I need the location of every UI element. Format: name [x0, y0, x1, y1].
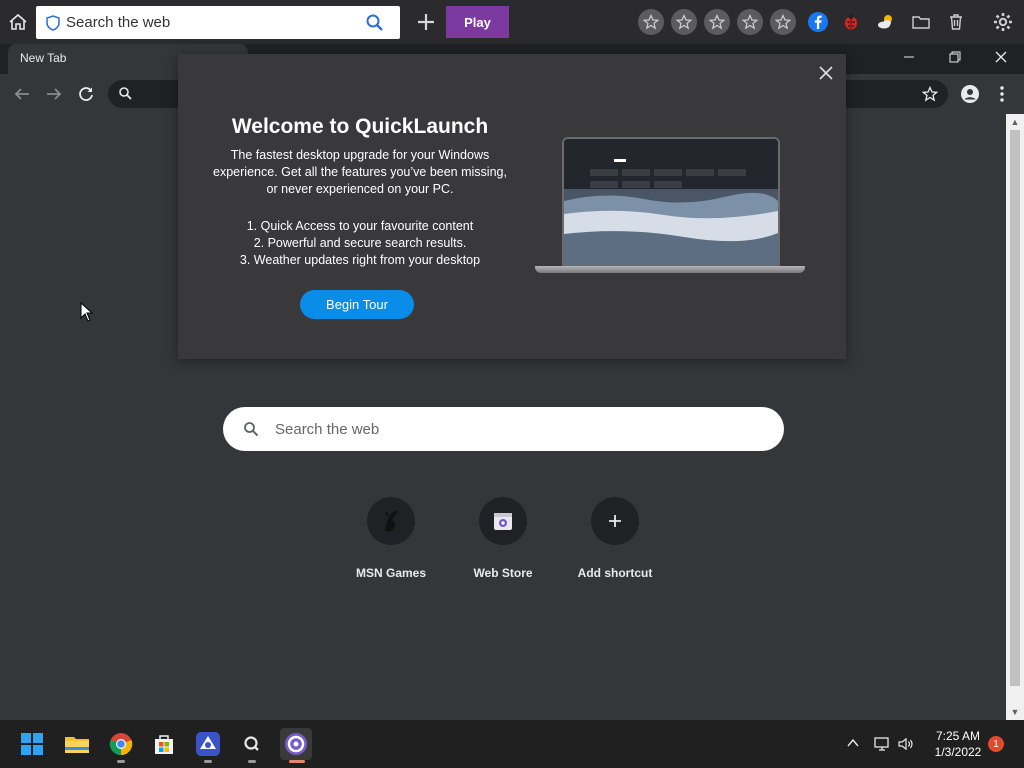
web-store-icon [479, 497, 527, 545]
search-icon [241, 419, 261, 439]
play-button[interactable]: Play [446, 6, 509, 38]
scroll-down-arrow-icon[interactable]: ▼ [1006, 704, 1024, 720]
profile-avatar-icon[interactable] [959, 83, 981, 105]
running-indicator [117, 760, 125, 763]
modal-description-line: or never experienced on your PC. [266, 182, 454, 196]
modal-feature-item: 1. Quick Access to your favourite conten… [246, 219, 474, 233]
star-icon[interactable] [770, 9, 796, 35]
search-app-icon[interactable] [236, 728, 268, 760]
begin-tour-button[interactable]: Begin Tour [300, 290, 414, 319]
shortcut-label: Web Store [473, 566, 533, 580]
modal-feature-item: 3. Weather updates right from your deskt… [239, 253, 481, 267]
home-icon[interactable] [6, 10, 30, 34]
close-icon[interactable] [815, 62, 837, 84]
scrollbar-thumb[interactable] [1010, 130, 1020, 686]
mouse-cursor-icon [80, 301, 94, 322]
volume-icon[interactable] [897, 735, 915, 753]
ntp-search-placeholder: Search the web [275, 420, 380, 438]
msn-games-icon [367, 497, 415, 545]
chevron-up-icon[interactable] [846, 736, 862, 752]
star-icon[interactable] [638, 9, 664, 35]
bookmark-star-icon[interactable] [919, 83, 941, 105]
minimize-icon[interactable] [886, 44, 932, 70]
network-icon[interactable] [873, 735, 891, 753]
add-shortcut-button[interactable]: Add shortcut [559, 497, 671, 593]
forward-icon[interactable] [43, 83, 65, 105]
ntp-search-input[interactable]: Search the web [223, 407, 784, 451]
ladybug-icon[interactable] [839, 10, 863, 34]
shortcut-msn-games[interactable]: MSN Games [335, 497, 447, 593]
search-icon [118, 86, 134, 102]
shortcut-label: MSN Games [355, 566, 427, 580]
laptop-base [535, 266, 805, 273]
quicklaunch-search-placeholder: Search the web [66, 14, 171, 31]
shortcut-label: Add shortcut [577, 566, 653, 580]
reload-icon[interactable] [75, 83, 97, 105]
modal-feature-item: 2. Powerful and secure search results. [253, 236, 467, 250]
app-icon[interactable] [192, 728, 224, 760]
close-window-icon[interactable] [978, 44, 1024, 70]
search-icon[interactable] [364, 12, 386, 34]
scroll-up-arrow-icon[interactable]: ▲ [1006, 114, 1024, 130]
file-explorer-icon[interactable] [61, 728, 93, 760]
notification-badge[interactable]: 1 [988, 736, 1004, 752]
modal-description-line: experience. Get all the features you’ve … [213, 165, 507, 179]
chrome-icon[interactable] [105, 728, 137, 760]
tab-title: New Tab [20, 51, 67, 65]
windows-start-icon[interactable] [16, 728, 48, 760]
clock-time[interactable]: 7:25 AM [926, 729, 990, 743]
folder-icon[interactable] [909, 10, 933, 34]
menu-kebab-icon[interactable] [991, 83, 1013, 105]
clock-date[interactable]: 1/3/2022 [926, 745, 990, 759]
shield-icon [44, 14, 62, 32]
modal-title: Welcome to QuickLaunch [231, 115, 489, 138]
gear-icon[interactable] [991, 10, 1015, 34]
modal-description-line: The fastest desktop upgrade for your Win… [230, 148, 490, 162]
back-icon[interactable] [11, 83, 33, 105]
active-indicator [289, 760, 305, 763]
add-icon[interactable] [410, 6, 442, 38]
quicklaunch-search-input[interactable]: Search the web [36, 6, 400, 39]
trash-icon[interactable] [944, 10, 968, 34]
running-indicator [248, 760, 256, 763]
laptop-illustration [562, 137, 780, 267]
shortcut-web-store[interactable]: Web Store [447, 497, 559, 593]
microsoft-store-icon[interactable] [148, 728, 180, 760]
weather-icon[interactable] [874, 10, 898, 34]
facebook-icon[interactable] [806, 10, 830, 34]
plus-icon [591, 497, 639, 545]
restore-icon[interactable] [932, 44, 978, 70]
star-icon[interactable] [704, 9, 730, 35]
star-icon[interactable] [671, 9, 697, 35]
quicklaunch-icon[interactable] [280, 728, 312, 760]
running-indicator [204, 760, 212, 763]
star-icon[interactable] [737, 9, 763, 35]
